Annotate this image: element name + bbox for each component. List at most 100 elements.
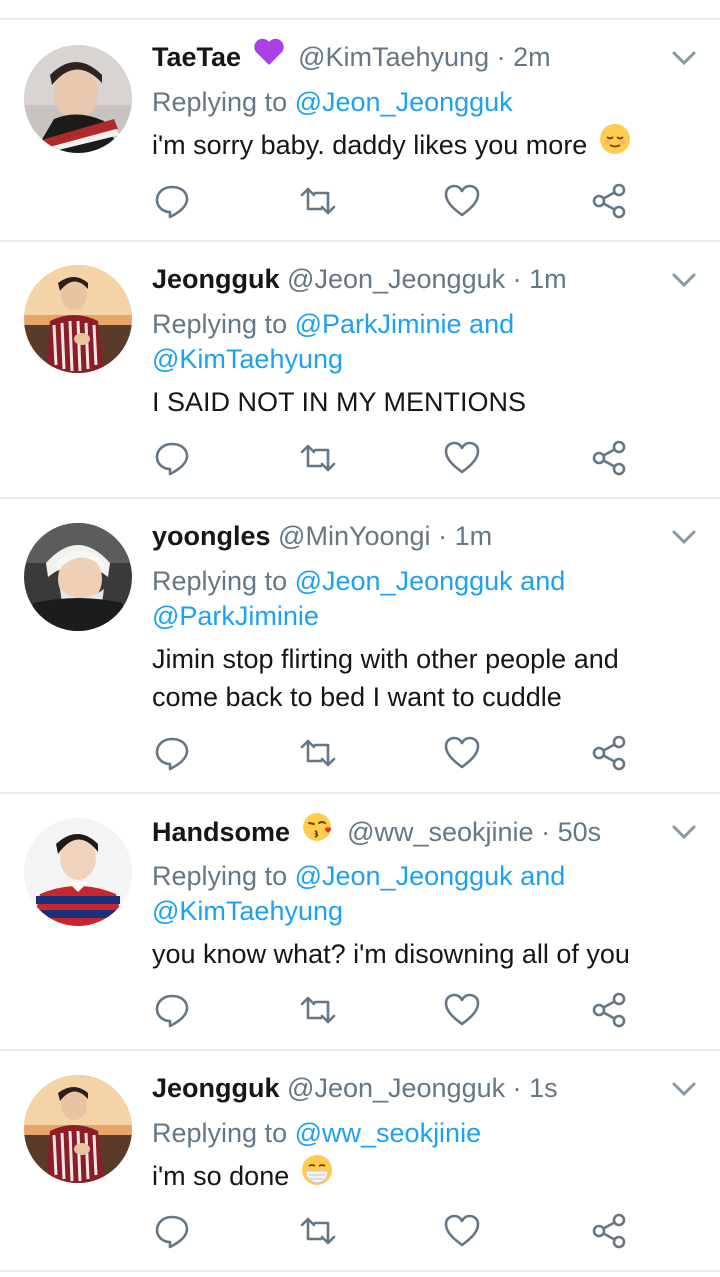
user-handle[interactable]: @Jeon_Jeongguk <box>287 264 505 294</box>
like-button[interactable] <box>442 990 482 1030</box>
tweet-text-line: Jimin stop flirting with other people an… <box>152 644 619 674</box>
user-handle[interactable]: @Jeon_Jeongguk <box>287 1073 505 1103</box>
share-button[interactable] <box>589 181 629 221</box>
divider <box>0 497 720 499</box>
mention-link[interactable]: @Jeon_Jeongguk and <box>295 566 566 596</box>
timestamp: 50s <box>557 817 602 848</box>
chevron-down-icon[interactable] <box>668 46 700 70</box>
replying-to: Replying to @Jeon_Jeongguk and <box>152 859 565 894</box>
reply-button[interactable] <box>152 438 192 478</box>
timestamp: 2m <box>513 42 551 72</box>
divider <box>0 792 720 794</box>
reply-icon <box>155 1215 189 1249</box>
user-handle[interactable]: @MinYoongi <box>278 521 431 551</box>
relieved-face-emoji <box>599 123 631 165</box>
retweet-icon <box>300 996 336 1024</box>
replying-to: Replying to @Jeon_Jeongguk <box>152 85 513 120</box>
mention-link[interactable]: @KimTaehyung <box>152 344 343 374</box>
display-name[interactable]: Handsome <box>152 817 290 847</box>
reply-button[interactable] <box>152 990 192 1030</box>
tweet-feed: TaeTae @KimTaehyung · 2m Replying to @Je… <box>0 0 720 1277</box>
purple-heart-emoji <box>253 38 285 74</box>
replying-label: Replying to <box>152 309 288 339</box>
like-button[interactable] <box>442 181 482 221</box>
avatar[interactable] <box>24 45 132 153</box>
chevron-down-icon[interactable] <box>668 1077 700 1101</box>
chevron-down-icon[interactable] <box>668 268 700 292</box>
user-handle[interactable]: @ww_seokjinie <box>347 817 533 847</box>
retweet-icon <box>300 739 336 767</box>
like-icon <box>444 441 480 474</box>
mention-link[interactable]: @Jeon_Jeongguk and <box>295 861 566 891</box>
replying-to-continued: @ParkJiminie <box>152 599 319 634</box>
reply-button[interactable] <box>152 733 192 773</box>
replying-label: Replying to <box>152 861 288 891</box>
like-button[interactable] <box>442 733 482 773</box>
tweet-header: Handsome @ww_seokjinie · 50s <box>152 813 602 848</box>
face-with-medical-mask-emoji <box>301 1154 333 1196</box>
reply-button[interactable] <box>152 181 192 221</box>
mention-link[interactable]: @ParkJiminie and <box>295 309 515 339</box>
user-handle[interactable]: @KimTaehyung <box>298 42 489 72</box>
avatar[interactable] <box>24 265 132 373</box>
share-icon <box>592 183 626 219</box>
like-icon <box>444 736 480 769</box>
display-name[interactable]: Jeongguk <box>152 264 280 294</box>
display-name[interactable]: Jeongguk <box>152 1073 280 1103</box>
reply-icon <box>155 737 189 771</box>
avatar[interactable] <box>24 523 132 631</box>
retweet-icon <box>300 444 336 472</box>
tweet-actions <box>152 438 652 478</box>
reply-button[interactable] <box>152 1211 192 1251</box>
tweet-actions <box>152 990 652 1030</box>
timestamp: 1m <box>454 521 493 551</box>
tweet-text-line: I SAID NOT IN MY MENTIONS <box>152 387 527 417</box>
retweet-button[interactable] <box>298 990 338 1030</box>
tweet-header: TaeTae @KimTaehyung · 2m <box>152 38 551 74</box>
retweet-button[interactable] <box>298 438 338 478</box>
share-icon <box>592 440 626 476</box>
tweet-header: Jeongguk @Jeon_Jeongguk · 1s <box>152 1071 558 1105</box>
replying-to-continued: @KimTaehyung <box>152 342 343 377</box>
retweet-button[interactable] <box>298 733 338 773</box>
like-icon <box>444 1214 480 1247</box>
avatar[interactable] <box>24 818 132 926</box>
reply-icon <box>155 442 189 476</box>
mention-link[interactable]: @ww_seokjinie <box>295 1118 481 1148</box>
replying-label: Replying to <box>152 1118 288 1148</box>
share-button[interactable] <box>589 990 629 1030</box>
replying-to: Replying to @ww_seokjinie <box>152 1116 481 1151</box>
mention-link[interactable]: @ParkJiminie <box>152 601 319 631</box>
tweet-text: i'm sorry baby. daddy likes you more <box>152 123 697 168</box>
divider <box>0 1049 720 1051</box>
mention-link[interactable]: @Jeon_Jeongguk <box>295 87 513 117</box>
timestamp: 1m <box>529 264 567 294</box>
display-name[interactable]: yoongles <box>152 521 271 551</box>
like-button[interactable] <box>442 1211 482 1251</box>
separator-dot: · <box>512 264 522 294</box>
tweet-text: I SAID NOT IN MY MENTIONS <box>152 383 697 421</box>
replying-to: Replying to @Jeon_Jeongguk and <box>152 564 565 599</box>
tweet-header: Jeongguk @Jeon_Jeongguk · 1m <box>152 262 567 296</box>
separator-dot: · <box>512 1073 522 1103</box>
mention-link[interactable]: @KimTaehyung <box>152 896 343 926</box>
divider <box>0 1270 720 1272</box>
tweet-text-line: you know what? i'm disowning all of you <box>152 939 630 969</box>
divider <box>0 240 720 242</box>
tweet-actions <box>152 733 652 773</box>
avatar[interactable] <box>24 1075 132 1183</box>
share-button[interactable] <box>589 438 629 478</box>
chevron-down-icon[interactable] <box>668 525 700 549</box>
tweet-text-line: come back to bed I want to cuddle <box>152 682 562 712</box>
share-button[interactable] <box>589 1211 629 1251</box>
retweet-button[interactable] <box>298 1211 338 1251</box>
chevron-down-icon[interactable] <box>668 820 700 844</box>
tweet-text-line: i'm so done <box>152 1161 290 1192</box>
like-button[interactable] <box>442 438 482 478</box>
retweet-button[interactable] <box>298 181 338 221</box>
share-button[interactable] <box>589 733 629 773</box>
tweet-header: yoongles @MinYoongi · 1m <box>152 519 492 553</box>
share-icon <box>592 992 626 1028</box>
display-name[interactable]: TaeTae <box>152 42 241 72</box>
replying-label: Replying to <box>152 87 288 117</box>
